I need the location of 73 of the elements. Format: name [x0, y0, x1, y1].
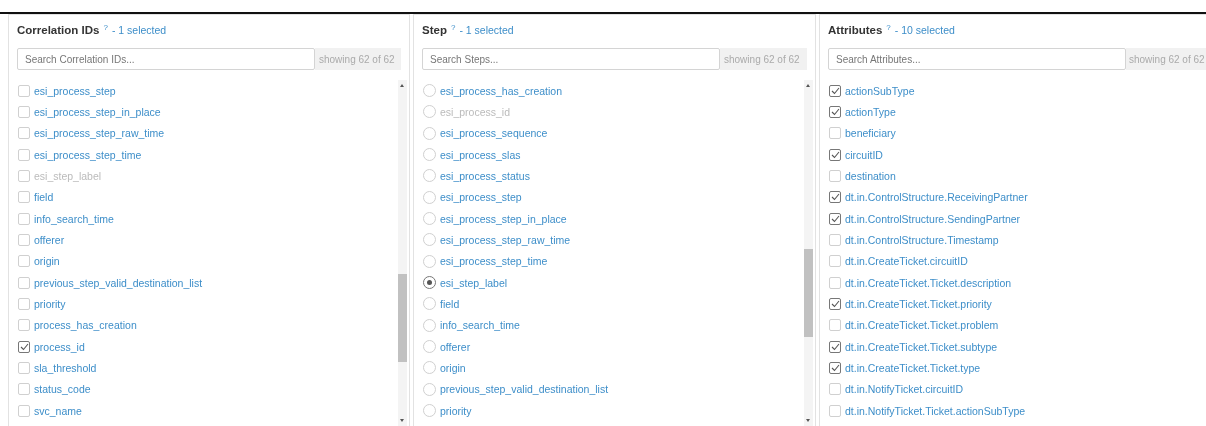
option-label[interactable]: esi_process_status [440, 169, 530, 182]
scrollbar[interactable] [398, 80, 407, 426]
option-label[interactable]: priority [440, 404, 472, 417]
help-link[interactable]: ? [886, 23, 891, 32]
scrollbar[interactable] [804, 80, 813, 426]
option-label[interactable]: esi_process_step_raw_time [440, 233, 571, 246]
option-label[interactable]: dt.in.NotifyTicket.circuitID [845, 383, 964, 396]
option-label[interactable]: dt.in.CreateTicket.Ticket.subtype [845, 340, 998, 353]
option-label[interactable]: dt.in.CreateTicket.circuitID [845, 255, 968, 268]
option-label[interactable]: esi_process_step_time [440, 255, 548, 268]
option-label[interactable]: offerer [34, 233, 65, 246]
option-label[interactable]: previous_step_valid_destination_list [34, 276, 203, 289]
option-label[interactable]: esi_process_has_creation [440, 84, 562, 97]
radio-button[interactable] [423, 276, 436, 290]
option-label[interactable]: esi_process_step_raw_time [34, 127, 165, 140]
option-label[interactable]: svc_name [34, 404, 82, 417]
option-label[interactable]: dt.in.CreateTicket.Ticket.problem [845, 319, 999, 332]
option-label[interactable]: origin [440, 361, 466, 374]
result-count: showing 62 of 62 [720, 48, 807, 70]
option-label[interactable]: dt.in.CreateTicket.Ticket.priority [845, 297, 992, 310]
option-label[interactable]: origin [34, 255, 60, 268]
search-field[interactable]: Search Steps... [422, 48, 720, 70]
panel-title: Attributes [828, 24, 883, 36]
checkbox[interactable] [829, 148, 841, 161]
option-label[interactable]: priority [34, 297, 66, 310]
option-label[interactable]: dt.in.ControlStructure.Timestamp [845, 233, 999, 246]
option-label[interactable]: previous_step_valid_destination_list [440, 383, 609, 396]
checkbox[interactable] [829, 297, 841, 310]
result-count: showing 62 of 62 [315, 48, 401, 70]
option-label[interactable]: field [34, 191, 54, 204]
checkbox[interactable] [829, 361, 841, 374]
search-field[interactable]: Search Attributes... [828, 48, 1126, 70]
option-label[interactable]: process_has_creation [34, 319, 137, 332]
option-label[interactable]: dt.in.ControlStructure.SendingPartner [845, 212, 1021, 225]
checkbox[interactable] [829, 212, 841, 225]
option-label[interactable]: esi_process_step_in_place [34, 106, 161, 118]
checkbox[interactable] [829, 340, 841, 353]
option-label[interactable]: status_code [34, 383, 91, 396]
checkbox[interactable] [829, 84, 841, 97]
option-label[interactable]: process_id [34, 340, 85, 353]
checkbox[interactable] [829, 106, 841, 118]
option-label[interactable]: esi_process_step_time [34, 148, 142, 161]
option-label[interactable]: actionSubType [845, 84, 915, 97]
option-label[interactable]: beneficiary [845, 127, 896, 140]
option-label[interactable]: esi_step_label [440, 276, 508, 289]
panel-title: Step [422, 24, 447, 36]
option-label[interactable]: dt.in.NotifyTicket.Ticket.actionSubType [845, 404, 1026, 417]
option-label[interactable]: destination [845, 169, 896, 182]
option-label[interactable]: sla_threshold [34, 361, 97, 374]
option-label[interactable]: circuitID [845, 148, 883, 161]
option-label[interactable]: esi_process_step_in_place [440, 212, 567, 225]
selection-count: - 1 selected [111, 24, 167, 36]
option-label[interactable]: actionType [845, 106, 896, 118]
option-label[interactable]: field [440, 297, 460, 310]
option-label[interactable]: esi_process_slas [440, 148, 521, 161]
checkbox[interactable] [829, 191, 841, 204]
option-label[interactable]: dt.in.CreateTicket.Ticket.type [845, 361, 981, 374]
help-link[interactable]: ? [103, 23, 108, 32]
option-label[interactable]: esi_process_step [34, 84, 116, 97]
option-label[interactable]: esi_process_step [440, 191, 522, 204]
search-field[interactable]: Search Correlation IDs... [17, 48, 315, 70]
option-label[interactable]: info_search_time [440, 319, 520, 332]
option-label[interactable]: dt.in.CreateTicket.Ticket.description [845, 276, 1012, 289]
result-count: showing 62 of 62 [1126, 48, 1206, 70]
option-label[interactable]: esi_process_sequence [440, 127, 548, 140]
selection-count: - 1 selected [459, 24, 514, 36]
option-label[interactable]: info_search_time [34, 212, 114, 225]
option-label[interactable]: offerer [440, 340, 471, 353]
checkbox[interactable] [18, 340, 30, 353]
help-link[interactable]: ? [450, 23, 456, 32]
panel-title: Correlation IDs [17, 24, 100, 36]
selection-count: - 10 selected [894, 24, 955, 36]
option-label[interactable]: dt.in.ControlStructure.ReceivingPartner [845, 191, 1028, 204]
